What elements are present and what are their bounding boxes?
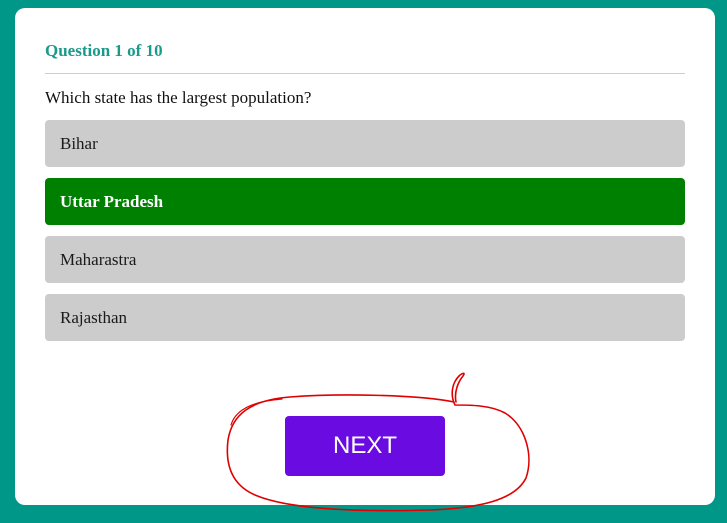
answer-option-uttar-pradesh[interactable]: Uttar Pradesh [45,178,685,225]
answer-option-label: Maharastra [60,249,137,269]
quiz-card: Question 1 of 10 Which state has the lar… [15,8,715,505]
question-counter: Question 1 of 10 [45,41,163,60]
answer-option-rajasthan[interactable]: Rajasthan [45,294,685,341]
answer-option-maharastra[interactable]: Maharastra [45,236,685,283]
answer-option-bihar[interactable]: Bihar [45,120,685,167]
question-text: Which state has the largest population? [45,88,312,107]
answer-option-label: Bihar [60,133,98,153]
answer-option-label: Uttar Pradesh [60,191,164,211]
answer-option-label: Rajasthan [60,307,128,327]
next-button[interactable]: NEXT [285,416,445,476]
divider [45,73,685,74]
